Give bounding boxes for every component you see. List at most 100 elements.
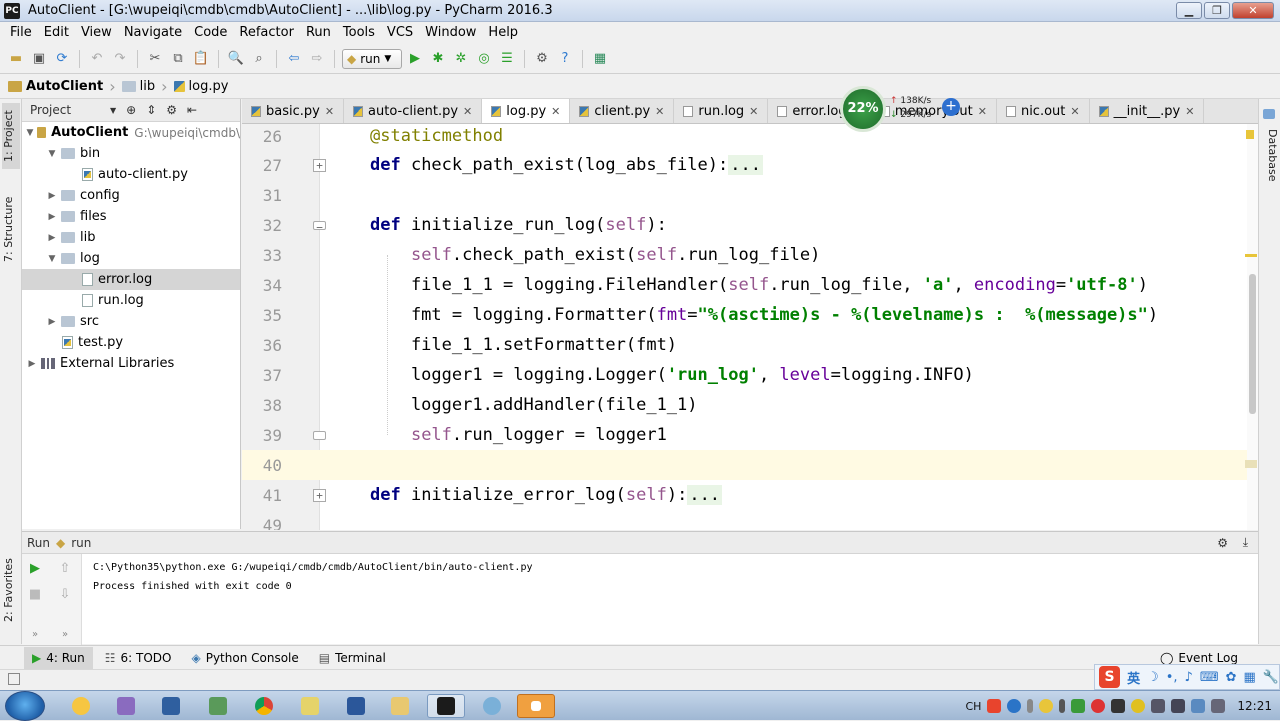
close-tab-icon[interactable]: ✕	[325, 105, 334, 118]
project-view-select[interactable]: Project	[30, 103, 100, 117]
tree-item[interactable]: ▶ config	[22, 185, 240, 206]
collapsed-arrow-icon[interactable]: ▶	[46, 317, 58, 327]
code-editor[interactable]: 26 @staticmethod 27 + def check_path_exist(l…	[242, 124, 1258, 530]
scrollbar-thumb[interactable]	[1249, 274, 1256, 414]
favorites-tool-tab[interactable]: 2: Favorites	[2, 555, 20, 625]
taskbar-app-save[interactable]	[152, 694, 190, 718]
weather-tray-icon[interactable]	[1039, 699, 1054, 713]
menu-view[interactable]: View	[75, 25, 118, 40]
breadcrumb-autoclient[interactable]: AutoClient	[8, 79, 103, 94]
close-tab-icon[interactable]: ✕	[978, 105, 987, 118]
run-icon[interactable]: ▶	[405, 49, 425, 69]
tree-item[interactable]: auto-client.py	[22, 164, 240, 185]
display-tray-icon[interactable]	[1191, 699, 1206, 713]
editor-tab[interactable]: log.py ✕	[482, 99, 571, 123]
punctuation-icon[interactable]: •,	[1166, 670, 1178, 685]
run-config-name[interactable]: run	[71, 536, 91, 550]
tree-item[interactable]: test.py	[22, 332, 240, 353]
taskbar-app-notepad[interactable]	[291, 694, 329, 718]
accelerate-icon[interactable]: +	[942, 98, 960, 116]
help-tray-icon[interactable]	[1007, 699, 1022, 713]
target-icon[interactable]: ⊕	[126, 103, 136, 117]
taskbar-app-recorder[interactable]	[517, 694, 555, 718]
find-icon[interactable]: 🔍	[226, 49, 246, 69]
close-tab-icon[interactable]: ✕	[551, 105, 560, 118]
close-tab-icon[interactable]: ✕	[463, 105, 472, 118]
collapse-icon[interactable]: ⇕	[146, 103, 156, 117]
maximize-button[interactable]: ❐	[1204, 2, 1230, 19]
sogou-ime-icon[interactable]: S	[1099, 666, 1121, 688]
grid-icon[interactable]: ▦	[1244, 670, 1256, 685]
warning-marker[interactable]	[1245, 254, 1257, 257]
minimize-button[interactable]: ▁	[1176, 2, 1202, 19]
tree-item[interactable]: run.log	[22, 290, 240, 311]
expanded-arrow-icon[interactable]: ▼	[46, 254, 58, 264]
menu-edit[interactable]: Edit	[38, 25, 75, 40]
close-button[interactable]: ✕	[1232, 2, 1274, 19]
skin-icon[interactable]: ✿	[1226, 670, 1237, 685]
tree-item[interactable]: ▼ AutoClient G:\wupeiqi\cmdb\	[22, 122, 240, 143]
expanded-arrow-icon[interactable]: ▼	[26, 128, 34, 138]
breadcrumb-log-py[interactable]: log.py	[173, 79, 228, 94]
stop-icon[interactable]: ■	[26, 586, 44, 604]
expand-fold-icon[interactable]: +	[313, 158, 326, 172]
close-tab-icon[interactable]: ✕	[749, 105, 758, 118]
hide-panel-icon[interactable]: ⤓	[1243, 535, 1248, 550]
undo-icon[interactable]: ↶	[87, 49, 107, 69]
cut-icon[interactable]: ✂	[145, 49, 165, 69]
editor-tab[interactable]: basic.py ✕	[242, 99, 345, 123]
red-tray-icon[interactable]	[1091, 699, 1106, 713]
flag-tray-icon[interactable]	[1171, 699, 1186, 713]
back-icon[interactable]: ⇦	[284, 49, 304, 69]
input-locale[interactable]: CH	[965, 700, 981, 713]
breadcrumb-lib[interactable]: lib	[121, 79, 155, 94]
debug-icon[interactable]: ✱	[428, 49, 448, 69]
forward-icon[interactable]: ⇨	[307, 49, 327, 69]
chevron-down-icon[interactable]: ▼	[110, 106, 116, 115]
tree-item[interactable]: ▶ src	[22, 311, 240, 332]
plugin-icon[interactable]: ▦	[590, 49, 610, 69]
menu-vcs[interactable]: VCS	[381, 25, 419, 40]
open-folder-icon[interactable]: ▬	[6, 49, 26, 69]
sogou-tray-icon[interactable]	[987, 699, 1002, 713]
sync-icon[interactable]: ⟳	[52, 49, 72, 69]
ime-language[interactable]: 英	[1127, 668, 1140, 687]
pin-tray-icon[interactable]	[1059, 699, 1066, 713]
taskbar-app-pycharm[interactable]	[427, 694, 465, 718]
network-speed-widget[interactable]: 22% ↑ 138K/s ↓ 297K/s +	[838, 86, 964, 132]
rerun-icon[interactable]: ▶	[26, 560, 44, 578]
taskbar-app-network[interactable]	[199, 694, 237, 718]
copy-icon[interactable]: ⧉	[168, 49, 188, 69]
editor-tab[interactable]: run.log ✕	[674, 99, 769, 123]
editor-tab[interactable]: client.py ✕	[570, 99, 675, 123]
clock[interactable]: 12:21	[1237, 699, 1272, 713]
menu-tools[interactable]: Tools	[337, 25, 381, 40]
more-icon[interactable]: »	[26, 626, 44, 644]
taskbar-app-word[interactable]	[337, 694, 375, 718]
coverage-icon[interactable]: ✲	[451, 49, 471, 69]
help-icon[interactable]: ?	[555, 49, 575, 69]
database-tool-tab[interactable]: Database	[1261, 125, 1279, 185]
collapse-fold-icon[interactable]: −	[313, 220, 326, 233]
project-tool-tab[interactable]: 1: Project	[2, 103, 20, 169]
tree-item[interactable]: ▼ log	[22, 248, 240, 269]
green-tray-icon[interactable]	[1071, 699, 1086, 713]
volume-tray-icon[interactable]	[1211, 699, 1226, 713]
todo-tool-tab[interactable]: ☷ 6: TODO	[97, 647, 180, 669]
menu-help[interactable]: Help	[482, 25, 524, 40]
start-button[interactable]	[5, 691, 45, 721]
menu-code[interactable]: Code	[188, 25, 233, 40]
close-tab-icon[interactable]: ✕	[655, 105, 664, 118]
tree-item[interactable]: ▶ files	[22, 206, 240, 227]
settings-icon[interactable]: ⚙	[532, 49, 552, 69]
concurrency-icon[interactable]: ☰	[497, 49, 517, 69]
tree-item[interactable]: error.log	[22, 269, 240, 290]
yellow-tray-icon[interactable]	[1131, 699, 1146, 713]
redo-icon[interactable]: ↷	[110, 49, 130, 69]
collapsed-arrow-icon[interactable]: ▶	[46, 212, 58, 222]
network-tray-icon[interactable]	[1151, 699, 1166, 713]
taskbar-app-chrome[interactable]	[245, 694, 283, 718]
menu-navigate[interactable]: Navigate	[118, 25, 188, 40]
scroll-down-icon[interactable]: ⇩	[56, 586, 74, 604]
keyboard-icon[interactable]: ⌨	[1200, 670, 1219, 685]
